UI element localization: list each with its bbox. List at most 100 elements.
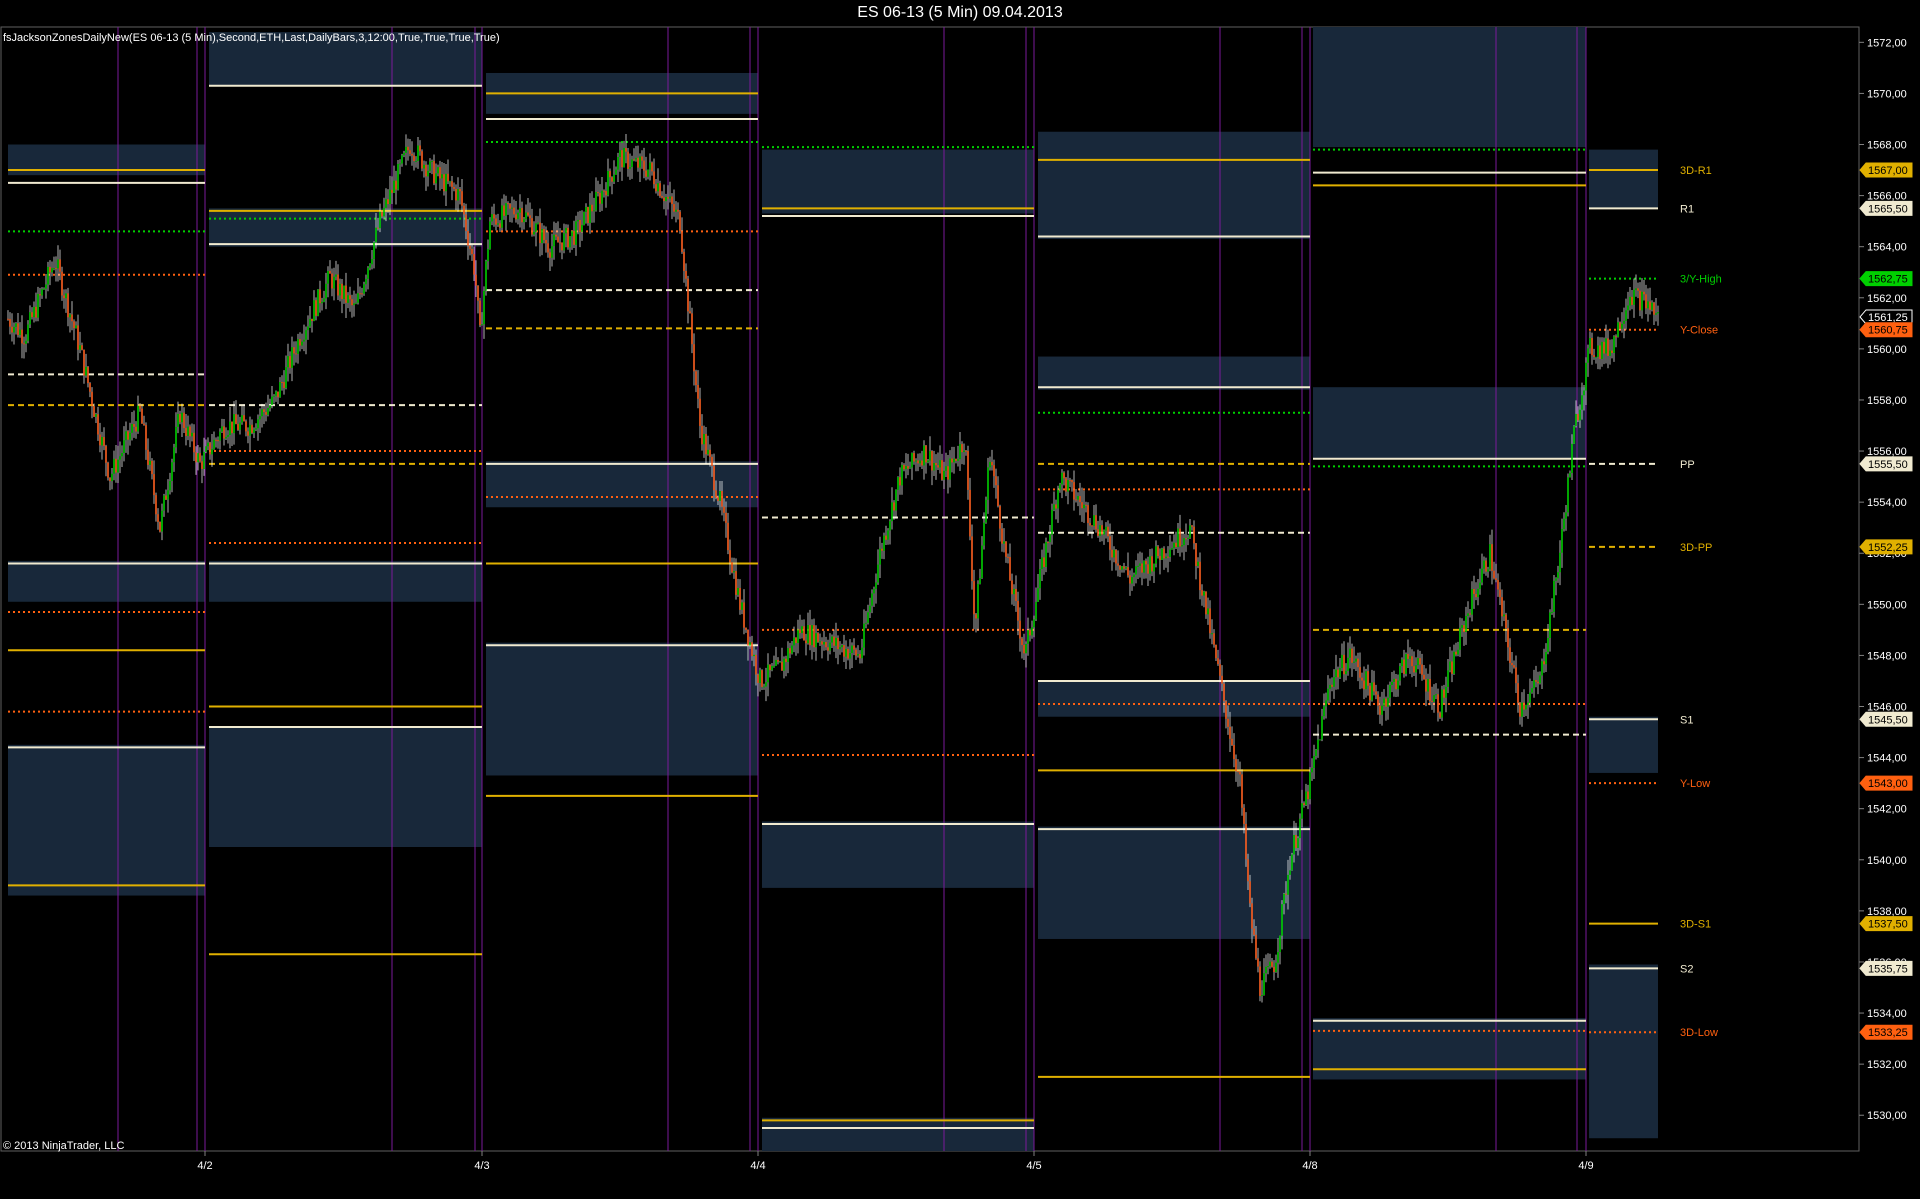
candle-body	[639, 156, 641, 168]
candle-body	[1165, 556, 1167, 559]
candle-body	[313, 300, 315, 322]
candle-body	[1127, 567, 1129, 576]
candle-body	[221, 426, 223, 432]
pivot-zone	[762, 1117, 1034, 1151]
candle-body	[1357, 658, 1359, 668]
candle-body	[847, 648, 849, 659]
candle-body	[277, 391, 279, 398]
candle-body	[261, 409, 263, 417]
candle-body	[1377, 694, 1379, 706]
candle-body	[203, 451, 205, 470]
candle-body	[1621, 323, 1623, 329]
candle-body	[217, 440, 219, 442]
candle-body	[1545, 652, 1547, 665]
candle-body	[433, 160, 435, 184]
candle-body	[581, 224, 583, 232]
candle-body	[47, 266, 49, 285]
x-tick-label: 4/5	[1026, 1160, 1041, 1172]
candle-body	[559, 242, 561, 244]
candle-body	[175, 426, 177, 448]
candle-body	[1113, 549, 1115, 558]
candle-body	[625, 147, 627, 152]
candle-body	[961, 444, 963, 453]
candle-body	[1163, 548, 1165, 559]
y-tick-label: 1570,00	[1867, 88, 1907, 100]
candle-body	[825, 642, 827, 648]
y-tick-label: 1556,00	[1867, 446, 1907, 458]
candle-body	[481, 324, 483, 326]
pivot-zone	[209, 560, 482, 602]
pivot-zone	[1038, 826, 1310, 939]
price-chart[interactable]: 3D-R1 R1 3/Y-High Y-Close PP 3D-PP S1 Y-Low 3D-S…	[0, 26, 1920, 1199]
candle-body	[887, 530, 889, 540]
candle-body	[33, 306, 35, 318]
candle-body	[409, 150, 411, 154]
candle-body	[1223, 683, 1225, 702]
candle-body	[969, 489, 971, 537]
candle-body	[503, 205, 505, 216]
price-marker-label: 1545,50	[1868, 714, 1908, 726]
candle-body	[563, 233, 565, 251]
candle-body	[1567, 477, 1569, 513]
candle-body	[63, 295, 65, 299]
pivot-zone	[1589, 964, 1658, 1139]
candle-body	[1437, 694, 1439, 713]
candle-body	[685, 271, 687, 279]
candle-body	[55, 268, 57, 270]
candle-body	[1361, 677, 1363, 681]
y-tick-label: 1532,00	[1867, 1059, 1907, 1071]
candle-body	[165, 495, 167, 500]
candle-body	[153, 474, 155, 496]
candle-body	[1479, 582, 1481, 589]
candle-body	[1065, 478, 1067, 492]
candle-body	[1613, 336, 1615, 353]
candle-body	[1307, 791, 1309, 800]
candle-body	[1651, 302, 1653, 310]
candle-body	[1213, 633, 1215, 645]
candle-body	[1245, 823, 1247, 860]
candle-body	[297, 339, 299, 354]
candle-body	[1073, 482, 1075, 500]
candle-body	[1183, 538, 1185, 546]
candle-body	[1311, 767, 1313, 773]
candle-body	[351, 299, 353, 306]
candle-body	[1485, 560, 1487, 572]
candle-body	[1143, 560, 1145, 573]
candle-body	[741, 602, 743, 610]
candle-body	[839, 647, 841, 650]
candle-body	[147, 449, 149, 465]
candle-body	[681, 230, 683, 252]
candle-body	[1157, 546, 1159, 557]
candle-body	[1411, 656, 1413, 667]
candle-body	[525, 212, 527, 220]
copyright-notice: © 2013 NinjaTrader, LLC	[3, 1140, 125, 1152]
candle-body	[397, 164, 399, 190]
candle-body	[655, 184, 657, 192]
candle-body	[305, 330, 307, 340]
candle-body	[913, 452, 915, 462]
price-marker-label: 1537,50	[1868, 919, 1908, 931]
candle-body	[247, 431, 249, 436]
candle-body	[693, 344, 695, 372]
candle-body	[1533, 680, 1535, 689]
candle-body	[1019, 620, 1021, 639]
candle-body	[1393, 678, 1395, 682]
candle-body	[1339, 667, 1341, 678]
candle-body	[931, 451, 933, 471]
candle-body	[1517, 683, 1519, 703]
candle-body	[357, 293, 359, 303]
x-axis[interactable]: 4/2 4/3 4/4 4/5 4/8 4/9	[197, 1151, 1594, 1172]
candle-body	[85, 366, 87, 376]
candle-body	[151, 460, 153, 475]
candle-body	[911, 452, 913, 468]
candle-body	[599, 193, 601, 204]
pivot-zone	[209, 726, 482, 848]
candle-body	[123, 440, 125, 453]
candle-body	[901, 464, 903, 486]
candle-body	[421, 151, 423, 169]
candle-body	[257, 419, 259, 429]
y-tick-label: 1538,00	[1867, 906, 1907, 918]
y-axis[interactable]: 1530,001532,001534,001536,001538,001540,…	[1859, 37, 1907, 1122]
pivot-zone	[1038, 131, 1310, 240]
candle-body	[191, 432, 193, 437]
